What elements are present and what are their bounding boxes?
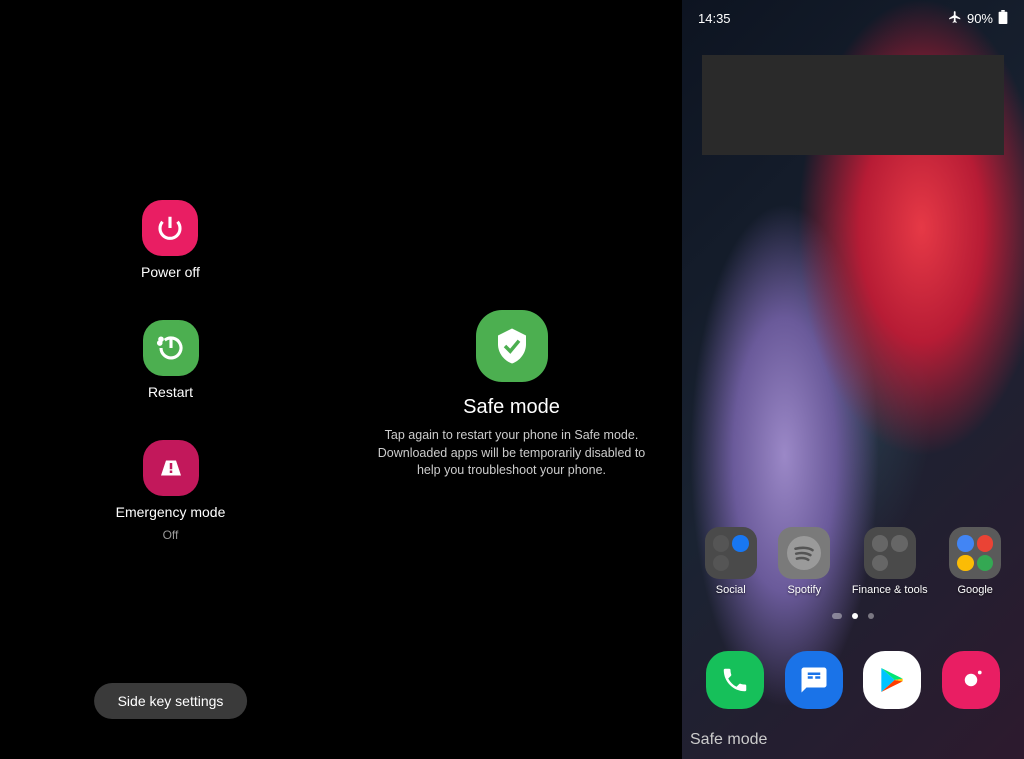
app-row: Social Spotify Finance & tools Google	[682, 527, 1024, 596]
phone-app[interactable]	[706, 651, 764, 709]
emergency-label: Emergency mode	[116, 504, 226, 520]
messages-app[interactable]	[785, 651, 843, 709]
power-off-button[interactable]: Power off	[141, 200, 200, 280]
restart-button[interactable]: Restart	[143, 320, 199, 400]
app-label: Finance & tools	[852, 584, 928, 596]
folder-icon	[705, 527, 757, 579]
folder-icon	[864, 527, 916, 579]
app-label: Spotify	[787, 584, 821, 596]
restart-label: Restart	[148, 384, 193, 400]
page-dot	[868, 613, 874, 619]
emergency-sublabel: Off	[163, 528, 179, 542]
status-bar: 14:35 90%	[682, 0, 1024, 37]
home-indicator-dot	[832, 613, 842, 619]
dock	[682, 651, 1024, 709]
power-menu-panel: Power off Restart Emergency mode Off Sid…	[0, 0, 341, 759]
app-label: Google	[957, 584, 992, 596]
safemode-panel: Safe mode Tap again to restart your phon…	[341, 0, 682, 759]
app-google[interactable]: Google	[949, 527, 1001, 596]
power-icon	[142, 200, 198, 256]
app-spotify[interactable]: Spotify	[778, 527, 830, 596]
status-time: 14:35	[698, 11, 731, 26]
camera-app[interactable]	[942, 651, 1000, 709]
safemode-content[interactable]: Safe mode Tap again to restart your phon…	[341, 0, 682, 480]
app-social[interactable]: Social	[705, 527, 757, 596]
restart-icon	[143, 320, 199, 376]
safemode-indicator: Safe mode	[690, 731, 767, 749]
home-screen-panel: 14:35 90% Social Spotify	[682, 0, 1024, 759]
page-indicator	[832, 613, 874, 619]
app-label: Social	[716, 584, 746, 596]
page-dot	[852, 613, 858, 619]
airplane-mode-icon	[948, 10, 962, 27]
emergency-mode-button[interactable]: Emergency mode Off	[116, 440, 226, 542]
folder-icon	[949, 527, 1001, 579]
app-finance-tools[interactable]: Finance & tools	[852, 527, 928, 596]
battery-percent: 90%	[967, 11, 993, 26]
shield-check-icon	[476, 310, 548, 382]
side-key-settings-button[interactable]: Side key settings	[94, 683, 248, 719]
play-store-app[interactable]	[863, 651, 921, 709]
safemode-title: Safe mode	[463, 396, 560, 419]
power-off-label: Power off	[141, 264, 200, 280]
safemode-description: Tap again to restart your phone in Safe …	[341, 427, 682, 480]
widget-placeholder[interactable]	[702, 55, 1004, 155]
battery-icon	[998, 10, 1008, 27]
emergency-icon	[143, 440, 199, 496]
power-menu: Power off Restart Emergency mode Off	[0, 0, 341, 542]
spotify-icon	[778, 527, 830, 579]
